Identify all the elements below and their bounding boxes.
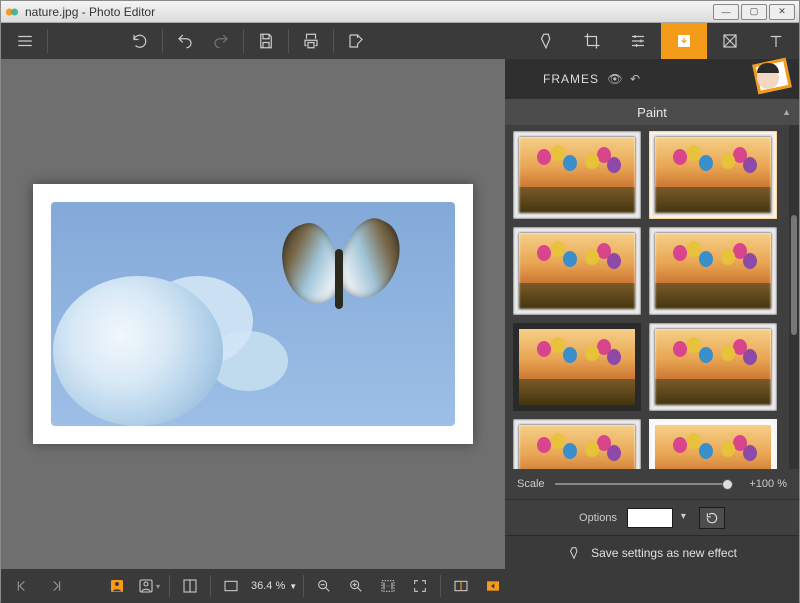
undo-button[interactable] xyxy=(167,23,203,59)
options-label: Options xyxy=(579,512,617,524)
frames-panel-header: FRAMES 👁 ↶ xyxy=(505,59,799,99)
toolbar-divider xyxy=(243,29,244,53)
crop-tab[interactable] xyxy=(569,23,615,59)
frame-thumbnail[interactable] xyxy=(649,131,777,219)
avatar xyxy=(749,61,789,97)
frames-panel-title: FRAMES xyxy=(543,72,599,86)
frame-thumbnail[interactable] xyxy=(649,227,777,315)
canvas-area[interactable] xyxy=(1,59,505,569)
options-color-swatch[interactable] xyxy=(627,508,673,528)
print-button[interactable] xyxy=(293,23,329,59)
reset-button[interactable] xyxy=(699,507,725,529)
save-button[interactable] xyxy=(248,23,284,59)
zoom-out-button[interactable] xyxy=(308,569,340,603)
frame-thumbnail[interactable] xyxy=(649,323,777,411)
redo-button[interactable] xyxy=(203,23,239,59)
text-tab[interactable] xyxy=(753,23,799,59)
frame-thumbnail[interactable] xyxy=(513,323,641,411)
layout-split-button[interactable] xyxy=(174,569,206,603)
bottom-toolbar: ▾ 36.4 % ▼ xyxy=(1,569,799,603)
fit-screen-button[interactable] xyxy=(215,569,247,603)
flask-icon xyxy=(567,546,581,560)
save-as-effect-button[interactable]: Save settings as new effect xyxy=(505,535,799,569)
frame-thumbnail[interactable] xyxy=(513,227,641,315)
scale-slider[interactable] xyxy=(555,483,733,485)
tune-tab[interactable] xyxy=(615,23,661,59)
adjustments-tab[interactable] xyxy=(523,23,569,59)
scale-row: Scale +100 % xyxy=(505,469,799,499)
frames-category-label: Paint xyxy=(637,105,667,120)
zoom-value: 36.4 % xyxy=(251,580,285,592)
canvas-image xyxy=(33,184,473,444)
toolbar-divider xyxy=(333,29,334,53)
chevron-down-icon: ▼ xyxy=(289,582,297,591)
window-close-button[interactable]: ✕ xyxy=(769,4,795,20)
undo-history-button[interactable] xyxy=(122,23,158,59)
frame-thumbnail[interactable] xyxy=(649,419,777,469)
frame-thumbnail[interactable] xyxy=(513,131,641,219)
textures-tab[interactable] xyxy=(707,23,753,59)
window-minimize-button[interactable]: — xyxy=(713,4,739,20)
save-as-effect-label: Save settings as new effect xyxy=(591,546,737,560)
window-titlebar: nature.jpg - Photo Editor — ▢ ✕ xyxy=(1,1,799,23)
chevron-up-icon: ▲ xyxy=(782,107,791,117)
export-button[interactable] xyxy=(338,23,374,59)
scale-label: Scale xyxy=(517,478,545,490)
compare-b-button[interactable]: ▾ xyxy=(133,569,165,603)
window-maximize-button[interactable]: ▢ xyxy=(741,4,767,20)
menu-button[interactable] xyxy=(7,23,43,59)
window-title: nature.jpg - Photo Editor xyxy=(25,5,155,19)
apply-button[interactable] xyxy=(477,569,509,603)
next-image-button[interactable] xyxy=(39,569,71,603)
frames-thumbnail-grid xyxy=(513,131,795,469)
fullscreen-button[interactable] xyxy=(404,569,436,603)
scale-value: +100 % xyxy=(743,478,787,490)
frames-category-header[interactable]: Paint ▲ xyxy=(505,99,799,125)
toolbar-divider xyxy=(47,29,48,53)
frame-thumbnail[interactable] xyxy=(513,419,641,469)
frames-tab[interactable] xyxy=(661,23,707,59)
eye-icon[interactable]: 👁 xyxy=(605,72,625,86)
frames-scrollbar[interactable] xyxy=(789,125,799,469)
app-icon xyxy=(5,5,19,19)
prev-image-button[interactable] xyxy=(7,569,39,603)
frames-panel: FRAMES 👁 ↶ Paint ▲ Scale +100 % Options xyxy=(505,59,799,569)
toolbar-divider xyxy=(288,29,289,53)
toolbar-divider xyxy=(162,29,163,53)
top-toolbar xyxy=(1,23,799,59)
one-to-one-button[interactable] xyxy=(372,569,404,603)
zoom-readout[interactable]: 36.4 % ▼ xyxy=(247,580,299,592)
undo-icon[interactable]: ↶ xyxy=(625,72,645,86)
zoom-in-button[interactable] xyxy=(340,569,372,603)
before-button[interactable] xyxy=(445,569,477,603)
compare-a-button[interactable] xyxy=(101,569,133,603)
options-row: Options xyxy=(505,499,799,535)
